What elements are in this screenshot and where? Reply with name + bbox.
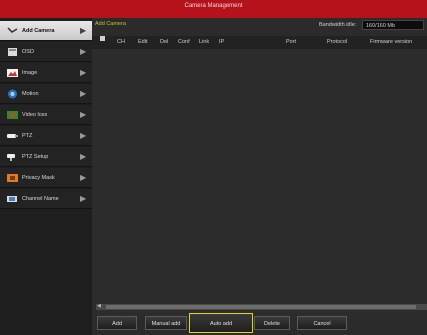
sidebar-item-image[interactable]: Image ▶ [0, 63, 92, 83]
sidebar-item-label: Video loss [22, 112, 48, 118]
sidebar-item-label: PTZ [22, 133, 33, 139]
chevron-right-icon: ▶ [80, 26, 87, 35]
sidebar-item-channel-name[interactable]: Channel Name ▶ [0, 189, 92, 209]
sidebar-item-label: Privacy Mask [22, 175, 55, 181]
sidebar-item-label: Channel Name [22, 196, 59, 202]
video-loss-icon [7, 110, 18, 120]
sidebar-item-motion[interactable]: Motion ▶ [0, 84, 92, 104]
chevron-right-icon: ▶ [80, 110, 87, 119]
channel-name-icon [7, 194, 18, 204]
column-header-link[interactable]: Link [199, 36, 209, 49]
chevron-right-icon: ▶ [80, 68, 87, 77]
auto-add-button[interactable]: Auto add [189, 313, 253, 333]
camera-list [92, 49, 427, 319]
manual-add-button[interactable]: Manual add [145, 316, 187, 330]
add-button[interactable]: Add [97, 316, 137, 330]
column-header-del[interactable]: Del [160, 36, 168, 49]
select-all-checkbox[interactable] [100, 36, 105, 41]
title-bar: Camera Management [0, 0, 427, 18]
section-title: Add Camera [95, 21, 126, 27]
scrollbar-thumb[interactable] [106, 305, 416, 309]
column-header-edit[interactable]: Edit [138, 36, 147, 49]
main-panel: Add Camera Bandwidth idle: 160/160 Mb CH… [92, 18, 427, 335]
column-header-port[interactable]: Port [286, 36, 296, 49]
delete-button[interactable]: Delete [254, 316, 290, 330]
osd-icon [7, 47, 18, 57]
privacy-mask-icon [7, 173, 18, 183]
scroll-left-icon[interactable]: ◀ [97, 303, 101, 309]
chevron-right-icon: ▶ [80, 47, 87, 56]
window-title: Camera Management [184, 3, 243, 9]
motion-icon [7, 89, 18, 99]
sidebar-item-label: Add Camera [22, 28, 55, 34]
sidebar-item-video-loss[interactable]: Video loss ▶ [0, 105, 92, 125]
sidebar-item-ptz-setup[interactable]: PTZ Setup ▶ [0, 147, 92, 167]
column-header-firmware-version[interactable]: Firmware version [370, 36, 412, 49]
ptz-icon [7, 131, 18, 141]
chevron-right-icon: ▶ [80, 173, 87, 182]
sidebar-item-label: Motion [22, 91, 39, 97]
sidebar-item-add-camera[interactable]: Add Camera ▶ [0, 21, 92, 41]
column-header-ch[interactable]: CH [117, 36, 125, 49]
ptz-setup-icon [7, 152, 18, 162]
chevron-right-icon: ▶ [80, 89, 87, 98]
table-header: CH Edit Del Conf Link IP Port Protocol F… [92, 36, 427, 49]
sidebar-item-privacy-mask[interactable]: Privacy Mask ▶ [0, 168, 92, 188]
sidebar-item-label: Image [22, 70, 38, 76]
cancel-button[interactable]: Cancel [297, 316, 347, 330]
chevron-right-icon: ▶ [80, 194, 87, 203]
sidebar-item-osd[interactable]: OSD ▶ [0, 42, 92, 62]
sidebar-item-label: OSD [22, 49, 34, 55]
column-header-ip[interactable]: IP [219, 36, 224, 49]
column-header-protocol[interactable]: Protocol [327, 36, 347, 49]
sidebar: Add Camera ▶ OSD ▶ Image ▶ Motion ▶ Vide… [0, 18, 93, 335]
image-icon [7, 68, 18, 78]
chevron-right-icon: ▶ [80, 131, 87, 140]
horizontal-scrollbar[interactable]: ◀ [96, 303, 427, 310]
bandwidth-value: 160/160 Mb [362, 20, 424, 30]
bandwidth-label: Bandwidth idle: [319, 22, 357, 28]
sidebar-item-ptz[interactable]: PTZ ▶ [0, 126, 92, 146]
column-header-conf[interactable]: Conf [178, 36, 190, 49]
sidebar-item-label: PTZ Setup [22, 154, 49, 160]
chevron-right-icon: ▶ [80, 152, 87, 161]
add-camera-icon [7, 26, 18, 36]
